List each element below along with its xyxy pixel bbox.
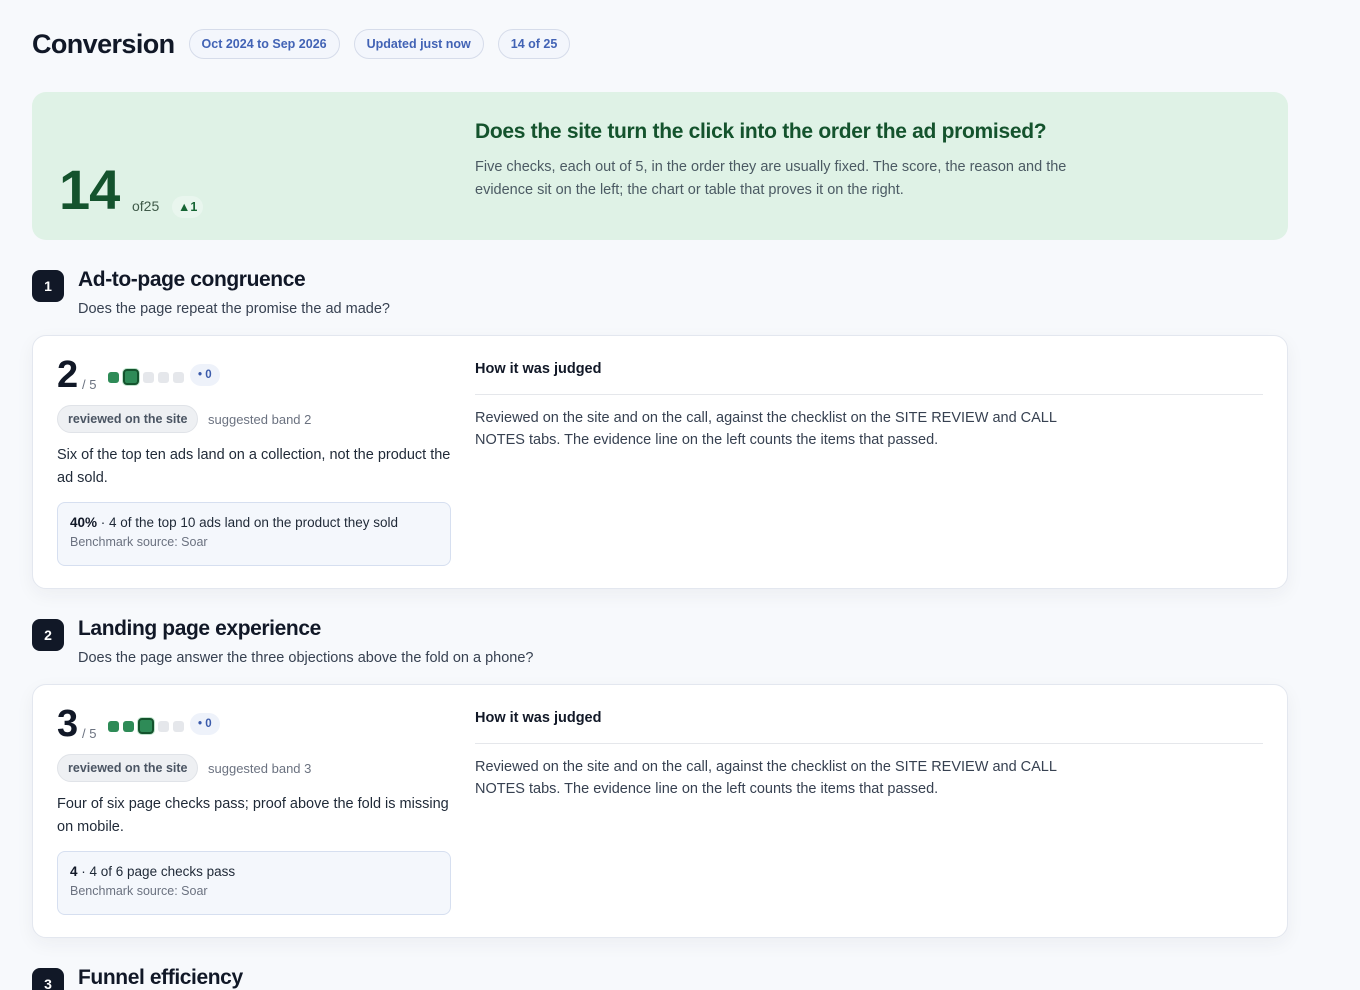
rating-dot <box>108 371 119 383</box>
check-score-of: / 5 <box>82 726 97 741</box>
check-score: 2 <box>57 354 79 396</box>
judged-heading: How it was judged <box>475 710 602 726</box>
hero-panel: 14 of25 ▲1 Does the site turn the click … <box>32 92 1288 240</box>
hero-score: 14 <box>59 158 120 221</box>
hero-score-of: of25 <box>132 198 160 214</box>
evidence-text: · 4 of 6 page checks pass <box>77 864 236 879</box>
score-summary-chip: 14 of 25 <box>497 29 571 59</box>
hero-delta-badge: ▲1 <box>172 196 204 218</box>
rating-dot <box>108 720 119 732</box>
check-delta-badge: • 0 <box>190 364 220 386</box>
rating-dot <box>173 720 184 732</box>
check-card-ad-to-page: 2 / 5 • 0 reviewed on the site suggested… <box>32 335 1288 589</box>
evidence-text: · 4 of the top 10 ads land on the produc… <box>97 515 398 530</box>
check-delta-badge: • 0 <box>190 713 220 735</box>
judged-text: Reviewed on the site and on the call, ag… <box>475 410 1057 448</box>
rating-dot <box>158 720 169 732</box>
evidence-value: 4 <box>70 864 78 879</box>
section-subtitle: Does the page repeat the promise the ad … <box>78 301 390 317</box>
evidence-line: 4 · 4 of 6 page checks pass <box>70 864 438 879</box>
suggested-band: suggested band 3 <box>208 761 312 776</box>
rating-dots <box>108 369 188 385</box>
page-header: Conversion Oct 2024 to Sep 2026 Updated … <box>32 28 584 60</box>
hero-question: Does the site turn the click into the or… <box>475 120 1047 143</box>
date-range-chip[interactable]: Oct 2024 to Sep 2026 <box>188 29 340 59</box>
hero-description: Five checks, each out of 5, in the order… <box>475 159 1067 198</box>
updated-chip: Updated just now <box>353 29 484 59</box>
section-title: Funnel efficiency <box>78 966 243 989</box>
rating-dot <box>123 369 139 385</box>
evidence-box: 40% · 4 of the top 10 ads land on the pr… <box>57 502 451 566</box>
rating-dot <box>138 718 154 734</box>
evidence-box: 4 · 4 of 6 page checks pass Benchmark so… <box>57 851 451 915</box>
rating-dot <box>123 720 134 732</box>
section-title: Landing page experience <box>78 617 321 640</box>
page-title: Conversion <box>32 28 175 59</box>
evidence-line: 40% · 4 of the top 10 ads land on the pr… <box>70 515 438 530</box>
section-subtitle: Does the page answer the three objection… <box>78 650 534 666</box>
section-number: 1 <box>32 270 64 302</box>
check-score: 3 <box>57 703 79 745</box>
judged-text: Reviewed on the site and on the call, ag… <box>475 759 1057 797</box>
section-number: 3 <box>32 968 64 990</box>
method-chip: reviewed on the site <box>57 754 199 782</box>
check-reason: Six of the top ten ads land on a collect… <box>57 447 451 486</box>
rating-dot <box>143 371 154 383</box>
rating-dots <box>108 718 188 734</box>
evidence-value: 40% <box>70 515 98 530</box>
check-score-of: / 5 <box>82 377 97 392</box>
check-card-landing-page: 3 / 5 • 0 reviewed on the site suggested… <box>32 684 1288 938</box>
judged-divider <box>475 743 1263 744</box>
evidence-source: Benchmark source: Soar <box>70 884 208 898</box>
check-reason: Four of six page checks pass; proof abov… <box>57 796 449 835</box>
evidence-source: Benchmark source: Soar <box>70 535 208 549</box>
rating-dot <box>173 371 184 383</box>
suggested-band: suggested band 2 <box>208 412 312 427</box>
section-number: 2 <box>32 619 64 651</box>
judged-divider <box>475 394 1263 395</box>
section-title: Ad-to-page congruence <box>78 268 306 291</box>
judged-heading: How it was judged <box>475 361 602 377</box>
rating-dot <box>158 371 169 383</box>
method-chip: reviewed on the site <box>57 405 199 433</box>
